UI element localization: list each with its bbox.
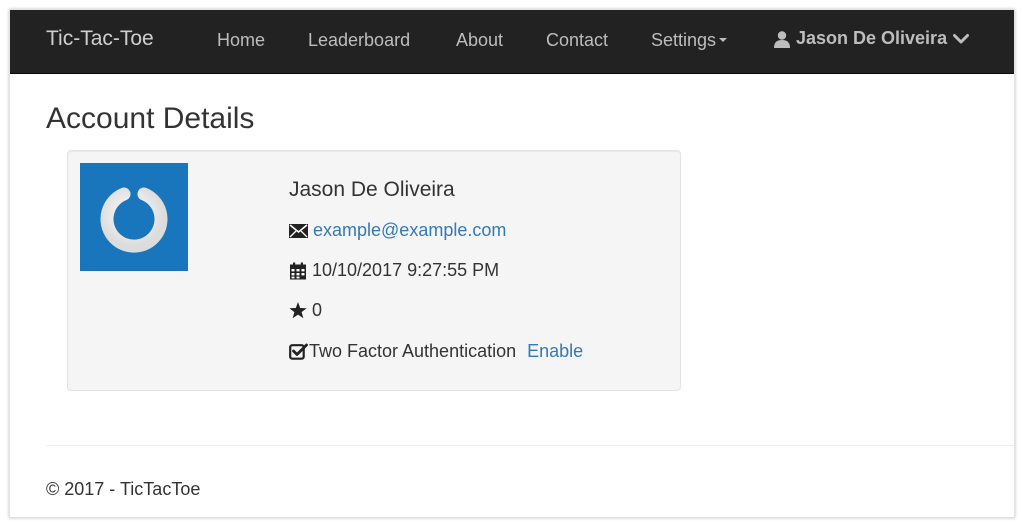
score-row: 0 [289, 300, 322, 321]
nav-settings-dropdown[interactable]: Settings [651, 30, 728, 51]
caret-down-icon [719, 38, 728, 43]
navbar: Tic-Tac-Toe Home Leaderboard About Conta… [10, 10, 1014, 74]
created-date: 10/10/2017 9:27:55 PM [312, 260, 500, 280]
two-factor-row: Two Factor Authentication Enable [289, 341, 583, 362]
chevron-down-icon [953, 33, 970, 45]
power-logo-icon [100, 178, 168, 253]
footer-copyright: © 2017 - TicTacToe [46, 479, 201, 499]
enable-two-factor-link[interactable]: Enable [527, 341, 583, 362]
nav-leaderboard[interactable]: Leaderboard [308, 30, 410, 51]
app-window: Tic-Tac-Toe Home Leaderboard About Conta… [9, 9, 1015, 518]
avatar [80, 163, 188, 271]
account-name: Jason De Oliveira [289, 178, 455, 201]
star-icon [289, 302, 307, 319]
nav-settings-label: Settings [651, 30, 717, 50]
email-row: example@example.com [289, 220, 506, 241]
account-details-panel: Jason De Oliveira example@example.com 10… [67, 150, 681, 391]
email-link[interactable]: example@example.com [313, 220, 506, 241]
nav-contact[interactable]: Contact [546, 30, 608, 51]
calendar-icon [289, 262, 307, 280]
envelope-icon [289, 223, 308, 238]
created-row: 10/10/2017 9:27:55 PM [289, 260, 499, 281]
page-title: Account Details [46, 102, 255, 135]
user-menu-dropdown[interactable]: Jason De Oliveira [773, 28, 970, 49]
navbar-brand[interactable]: Tic-Tac-Toe [46, 27, 154, 51]
check-square-icon [289, 343, 308, 360]
nav-about[interactable]: About [456, 30, 503, 51]
two-factor-label: Two Factor Authentication [309, 341, 517, 361]
footer-divider [46, 445, 1014, 446]
score-value: 0 [312, 300, 323, 320]
nav-home[interactable]: Home [217, 30, 265, 51]
user-menu-label: Jason De Oliveira [796, 28, 948, 48]
user-icon [773, 30, 791, 48]
